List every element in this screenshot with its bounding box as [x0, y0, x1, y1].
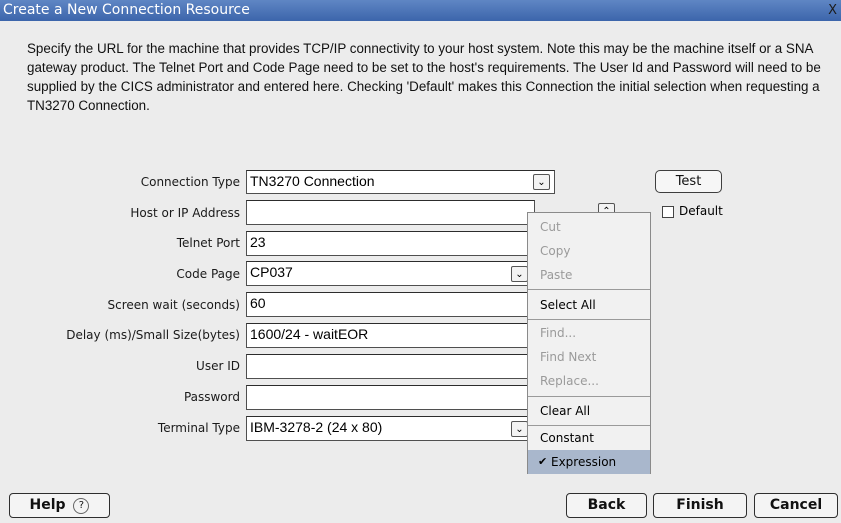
default-checkbox[interactable] — [662, 206, 674, 218]
window-title: Create a New Connection Resource — [3, 2, 250, 18]
menu-item-constant[interactable]: Constant — [528, 426, 650, 450]
screen-wait-label: Screen wait (seconds) — [107, 298, 240, 312]
menu-separator — [528, 289, 650, 290]
host-input[interactable] — [246, 200, 535, 225]
chevron-down-icon[interactable]: ⌄ — [533, 174, 550, 190]
code-page-select[interactable]: CP037 — [246, 261, 535, 286]
context-menu: Cut Copy Paste Select All Find... Find N… — [527, 212, 651, 474]
code-page-label: Code Page — [176, 267, 240, 281]
menu-separator — [528, 396, 650, 397]
menu-item-paste: Paste — [540, 268, 573, 282]
test-button[interactable]: Test — [655, 170, 722, 193]
menu-item-copy: Copy — [540, 244, 571, 258]
title-bar: Create a New Connection Resource X — [0, 0, 841, 21]
password-input[interactable] — [246, 385, 535, 410]
default-label: Default — [679, 204, 723, 218]
back-button[interactable]: Back — [566, 493, 647, 518]
checkmark-icon: ✔ — [538, 455, 548, 468]
help-button[interactable]: Help ? — [9, 493, 110, 518]
screen-wait-input[interactable]: 60 — [246, 292, 535, 317]
telnet-port-input[interactable]: 23 — [246, 231, 535, 256]
menu-item-find: Find... — [540, 326, 577, 340]
telnet-port-label: Telnet Port — [176, 236, 240, 250]
menu-separator — [528, 319, 650, 320]
menu-item-clear-all[interactable]: Clear All — [528, 399, 650, 423]
menu-item-cut: Cut — [540, 220, 561, 234]
chevron-down-icon[interactable]: ⌄ — [511, 421, 528, 437]
close-icon[interactable]: X — [828, 0, 837, 21]
user-id-label: User ID — [196, 359, 240, 373]
delay-input[interactable]: 1600/24 - waitEOR — [246, 323, 535, 348]
finish-button[interactable]: Finish — [653, 493, 747, 518]
menu-item-select-all[interactable]: Select All — [528, 293, 650, 317]
delay-label: Delay (ms)/Small Size(bytes) — [66, 328, 240, 342]
terminal-type-label: Terminal Type — [157, 421, 240, 435]
host-label: Host or IP Address — [130, 206, 240, 220]
cancel-button[interactable]: Cancel — [754, 493, 838, 518]
menu-item-find-next: Find Next — [540, 350, 597, 364]
connection-type-label: Connection Type — [140, 175, 240, 189]
menu-item-replace: Replace... — [540, 374, 599, 388]
password-label: Password — [183, 390, 240, 404]
help-icon: ? — [73, 498, 90, 514]
connection-type-select[interactable]: TN3270 Connection — [246, 170, 555, 194]
chevron-down-icon[interactable]: ⌄ — [511, 266, 528, 282]
menu-item-expression[interactable]: ✔ Expression — [528, 450, 650, 474]
user-id-input[interactable] — [246, 354, 535, 379]
instructions-text: Specify the URL for the machine that pro… — [27, 41, 821, 113]
terminal-type-select[interactable]: IBM-3278-2 (24 x 80) — [246, 416, 535, 441]
